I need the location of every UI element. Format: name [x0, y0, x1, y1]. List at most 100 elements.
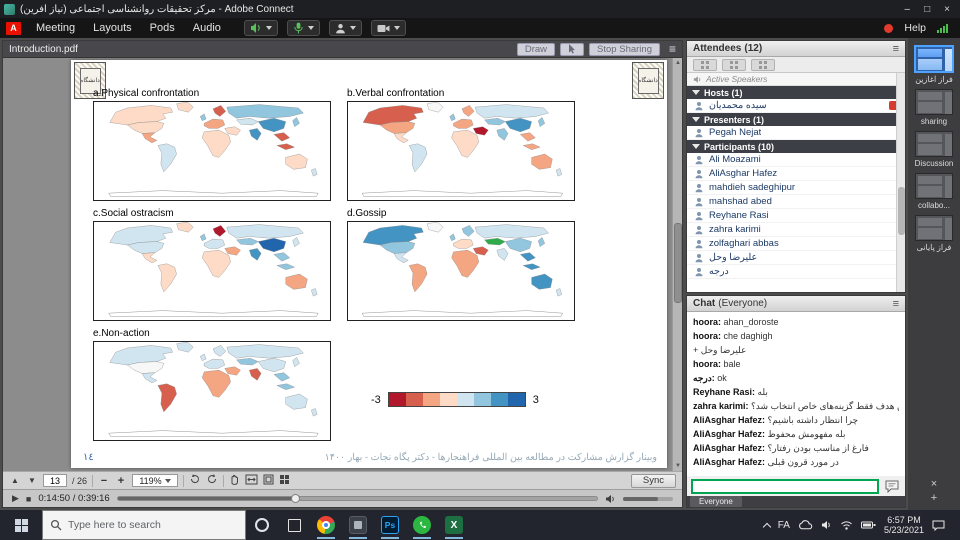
next-page-button[interactable]: ▼: [26, 476, 38, 485]
attendee-row[interactable]: zolfaghari abbas: [687, 237, 905, 251]
close-layout-icon[interactable]: ×: [931, 479, 937, 490]
sync-button[interactable]: Sync: [631, 474, 676, 488]
attendee-group-header[interactable]: Hosts (1): [687, 86, 905, 99]
search-input[interactable]: [68, 519, 238, 531]
wifi-icon[interactable]: [840, 520, 853, 530]
status-button[interactable]: [329, 20, 362, 36]
attendee-row[interactable]: Ali Moazami: [687, 153, 905, 167]
attendee-view-button-3[interactable]: [751, 59, 775, 71]
attendee-group-header[interactable]: Presenters (1): [687, 113, 905, 126]
zoom-level-select[interactable]: 119%: [132, 474, 178, 487]
battery-icon[interactable]: [861, 521, 876, 529]
fit-width-button[interactable]: [245, 472, 258, 490]
cortana-button[interactable]: [246, 510, 278, 540]
taskbar-search[interactable]: [42, 510, 246, 540]
stop-sharing-button[interactable]: Stop Sharing: [589, 43, 660, 56]
attendees-pod-menu-icon[interactable]: ≡: [893, 43, 899, 55]
taskbar-chrome[interactable]: [310, 510, 342, 540]
scrollbar-thumb[interactable]: [674, 223, 682, 303]
layout-item[interactable]: sharing: [915, 89, 953, 126]
maximize-button[interactable]: □: [924, 4, 930, 15]
taskbar-clock[interactable]: 6:57 PM 5/23/2021: [884, 515, 924, 536]
zoom-out-button[interactable]: −: [98, 475, 110, 487]
playback-handle[interactable]: [291, 494, 300, 503]
rotate-right-button[interactable]: [206, 472, 218, 490]
attendee-row[interactable]: mahshad abed: [687, 195, 905, 209]
taskbar-excel[interactable]: X: [438, 510, 470, 540]
menu-audio[interactable]: Audio: [184, 22, 230, 34]
start-button[interactable]: [0, 510, 42, 540]
action-center-icon[interactable]: [932, 520, 945, 531]
chat-input[interactable]: [691, 479, 879, 494]
tray-expand-icon[interactable]: [762, 522, 770, 530]
draw-button[interactable]: Draw: [517, 43, 555, 56]
attendee-row[interactable]: Reyhane Rasi: [687, 209, 905, 223]
attendees-scrollbar-thumb[interactable]: [898, 187, 905, 235]
connection-status-icon[interactable]: [937, 23, 948, 33]
layout-thumbnail-icon[interactable]: [914, 45, 954, 73]
help-menu[interactable]: Help: [904, 22, 926, 34]
microphone-button[interactable]: [287, 20, 320, 36]
task-view-button[interactable]: [278, 510, 310, 540]
playback-progress-bar[interactable]: [117, 496, 598, 501]
layout-item[interactable]: Discussion: [915, 131, 954, 168]
taskbar-connect-app[interactable]: [342, 510, 374, 540]
zoom-in-button[interactable]: +: [115, 475, 127, 487]
chat-pod-header[interactable]: Chat (Everyone) ≡: [687, 296, 905, 312]
share-pod-titlebar[interactable]: Introduction.pdf Draw Stop Sharing ≡: [3, 41, 682, 58]
add-layout-icon[interactable]: +: [931, 493, 937, 504]
adobe-logo-icon[interactable]: A: [6, 22, 21, 35]
layout-item[interactable]: فراز آغازین: [914, 45, 954, 84]
layout-thumbnail-icon[interactable]: [915, 89, 953, 115]
onedrive-icon[interactable]: [798, 520, 813, 530]
attendee-row[interactable]: zahra karimi: [687, 223, 905, 237]
menu-pods[interactable]: Pods: [141, 22, 184, 34]
layout-item[interactable]: فراز پایانی: [915, 215, 953, 252]
attendee-row[interactable]: mahdieh sadeghipur: [687, 181, 905, 195]
pdf-scrollbar[interactable]: ▲ ▼: [672, 58, 682, 471]
attendee-view-button-1[interactable]: [693, 59, 717, 71]
speaker-button[interactable]: [244, 20, 278, 36]
language-indicator[interactable]: FA: [778, 520, 790, 531]
volume-icon[interactable]: [605, 494, 616, 504]
attendee-row[interactable]: AliAsghar Hafez: [687, 167, 905, 181]
taskbar-whatsapp[interactable]: [406, 510, 438, 540]
chat-send-button[interactable]: [883, 479, 901, 494]
stop-button[interactable]: ■: [26, 494, 31, 504]
layout-thumbnail-icon[interactable]: [915, 215, 953, 241]
fit-page-button[interactable]: [263, 472, 274, 490]
webcam-button[interactable]: [371, 20, 406, 36]
layout-item[interactable]: collabo...: [915, 173, 953, 210]
scroll-down-icon[interactable]: ▼: [673, 461, 682, 471]
previous-page-button[interactable]: ▲: [9, 476, 21, 485]
chat-messages[interactable]: hoora: ahan_dorostehoora: che daghigh+ ع…: [687, 312, 905, 476]
thumbnails-button[interactable]: [279, 472, 290, 490]
attendee-row[interactable]: Pegah Nejat: [687, 126, 905, 140]
page-number-field[interactable]: [44, 476, 66, 486]
rotate-left-button[interactable]: [189, 472, 201, 490]
volume-slider[interactable]: [623, 497, 673, 501]
close-button[interactable]: ×: [944, 4, 950, 15]
pan-button[interactable]: [229, 472, 240, 490]
layout-thumbnail-icon[interactable]: [915, 131, 953, 157]
pointer-button[interactable]: [560, 43, 584, 56]
chat-tab-everyone[interactable]: Everyone: [690, 496, 742, 507]
chat-pod-menu-icon[interactable]: ≡: [893, 298, 899, 310]
attendees-scrollbar[interactable]: [896, 73, 905, 292]
play-button[interactable]: ▶: [12, 493, 19, 504]
menu-meeting[interactable]: Meeting: [27, 22, 84, 34]
taskbar-photoshop[interactable]: Ps: [374, 510, 406, 540]
layout-thumbnail-icon[interactable]: [915, 173, 953, 199]
attendee-row[interactable]: علیرضا وحل: [687, 251, 905, 265]
attendee-view-button-2[interactable]: [722, 59, 746, 71]
minimize-button[interactable]: –: [905, 4, 911, 15]
attendee-row[interactable]: سیده محمدیان: [687, 99, 905, 113]
tray-speaker-icon[interactable]: [821, 520, 832, 530]
scroll-up-icon[interactable]: ▲: [673, 58, 682, 68]
attendee-row[interactable]: درجه: [687, 265, 905, 279]
share-pod-menu-icon[interactable]: ≡: [669, 42, 676, 56]
attendee-group-header[interactable]: Participants (10): [687, 140, 905, 153]
menu-layouts[interactable]: Layouts: [84, 22, 141, 34]
attendees-pod-header[interactable]: Attendees (12) ≡: [687, 41, 905, 57]
page-number-input[interactable]: [43, 474, 67, 487]
